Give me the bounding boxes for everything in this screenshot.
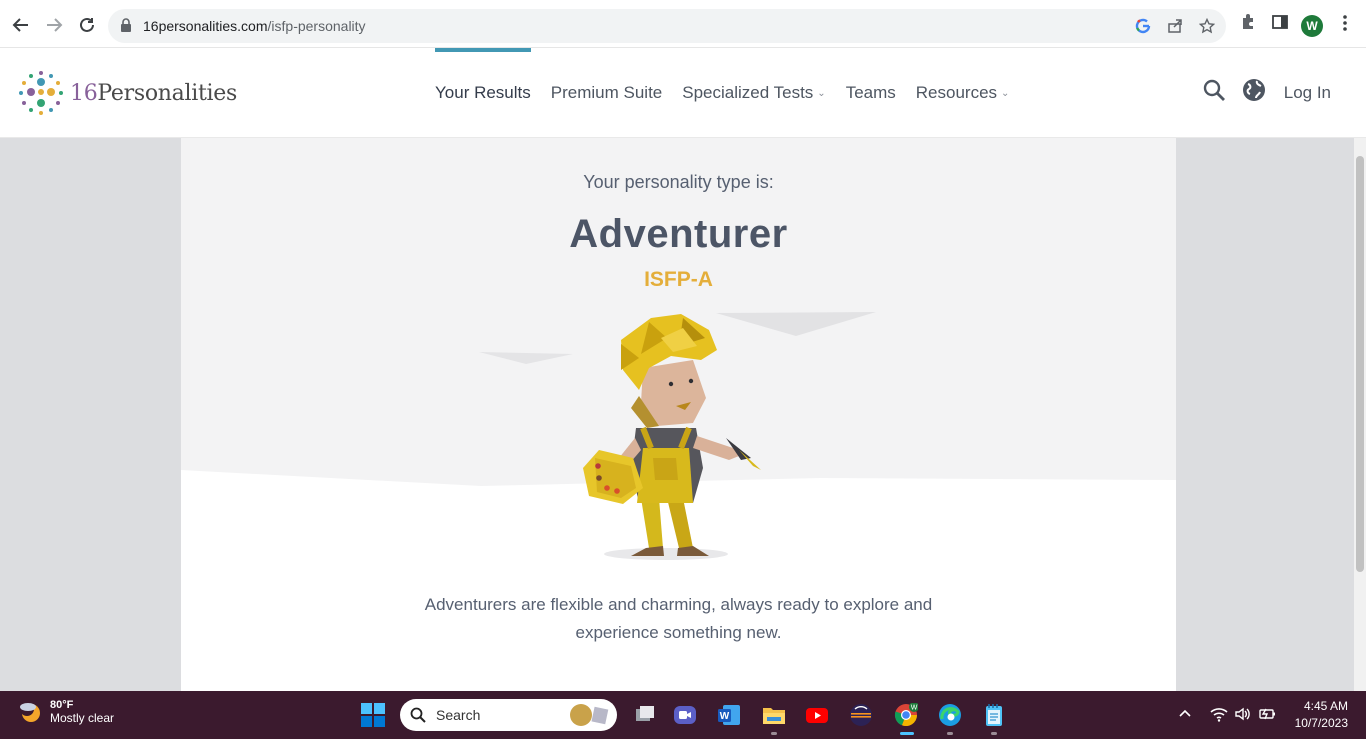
notepad-icon[interactable] <box>982 703 1006 727</box>
volume-icon[interactable] <box>1234 706 1252 727</box>
nav-premium-suite[interactable]: Premium Suite <box>551 48 662 138</box>
file-explorer-icon[interactable] <box>762 703 786 727</box>
wifi-icon[interactable] <box>1210 706 1228 727</box>
globe-icon[interactable] <box>1242 78 1266 107</box>
task-view-icon[interactable] <box>633 703 657 727</box>
adventurer-illustration <box>583 314 761 560</box>
svg-text:W: W <box>911 705 918 712</box>
bookmark-star-icon[interactable] <box>1198 17 1217 36</box>
more-menu-icon[interactable] <box>1338 13 1352 38</box>
chevron-up-icon[interactable] <box>1178 707 1192 726</box>
extensions-icon[interactable] <box>1240 13 1256 36</box>
personality-type-name: Adventurer <box>569 212 788 256</box>
site-header: 16Personalities Your Results Premium Sui… <box>0 48 1366 138</box>
nav-resources[interactable]: Resources ⌄ <box>916 48 1010 138</box>
search-icon[interactable] <box>1202 78 1226 107</box>
windows-taskbar: 80°F Mostly clear Search W W 4:45 AM 10/… <box>0 691 1366 739</box>
page-scrollbar[interactable] <box>1354 138 1366 691</box>
nav-resources-label: Resources <box>915 83 998 102</box>
clock-time: 4:45 AM <box>1303 699 1348 713</box>
scrollbar-thumb[interactable] <box>1356 156 1364 572</box>
login-link[interactable]: Log In <box>1284 83 1331 103</box>
system-tray <box>1178 706 1276 727</box>
svg-text:W: W <box>720 711 730 722</box>
url-path: /isfp-personality <box>267 18 366 34</box>
moon-cloud-icon <box>20 702 40 722</box>
side-panel-icon[interactable] <box>1272 13 1288 36</box>
logo-number: 16 <box>70 80 98 106</box>
clock-date: 10/7/2023 <box>1294 716 1348 730</box>
weather-widget[interactable]: 80°F Mostly clear <box>18 699 114 725</box>
result-intro: Your personality type is: <box>583 172 774 192</box>
battery-icon[interactable] <box>1258 706 1276 727</box>
logo-mark-icon <box>19 71 63 115</box>
profile-avatar[interactable]: W <box>1301 15 1323 37</box>
youtube-icon[interactable] <box>805 703 829 727</box>
running-indicator <box>771 732 777 735</box>
url-domain: 16personalities.com <box>143 18 268 34</box>
share-icon[interactable] <box>1167 18 1185 36</box>
windows-start-icon[interactable] <box>361 703 385 732</box>
nav-your-results-label: Your Results <box>435 83 531 102</box>
address-bar[interactable]: 16personalities.com/isfp-personality <box>108 9 1226 43</box>
weather-text: 80°F Mostly clear <box>50 699 114 725</box>
search-label: Search <box>436 707 481 723</box>
chevron-down-icon: ⌄ <box>817 87 826 99</box>
search-highlight-icon <box>570 704 609 726</box>
search-icon <box>410 707 426 723</box>
taskbar-search[interactable]: Search <box>400 699 617 731</box>
logo-word: Personalities <box>97 80 237 106</box>
nav-teams-label: Teams <box>845 83 896 102</box>
nav-premium-suite-label: Premium Suite <box>550 83 663 102</box>
main-nav: Your Results Premium Suite Specialized T… <box>435 48 1029 138</box>
personality-description: Adventurers are flexible and charming, a… <box>424 595 933 642</box>
forward-icon[interactable] <box>43 14 65 36</box>
site-logo[interactable]: 16Personalities <box>18 70 237 116</box>
nav-specialized-tests-label: Specialized Tests <box>682 83 814 102</box>
google-lens-icon[interactable] <box>1135 18 1153 36</box>
chrome-icon[interactable]: W <box>894 702 919 727</box>
personality-type-code: ISFP-A <box>644 268 713 291</box>
active-app-indicator <box>900 732 914 735</box>
nav-teams[interactable]: Teams <box>846 48 896 138</box>
word-icon[interactable]: W <box>717 703 741 727</box>
weather-desc: Mostly clear <box>50 711 115 725</box>
url-text: 16personalities.com/isfp-personality <box>143 18 366 34</box>
browser-toolbar: 16personalities.com/isfp-personality W <box>0 0 1366 48</box>
system-clock[interactable]: 4:45 AM 10/7/2023 <box>1295 698 1348 732</box>
lock-icon[interactable] <box>120 18 132 38</box>
chevron-down-icon: ⌄ <box>1001 87 1010 99</box>
reload-icon[interactable] <box>76 14 98 36</box>
weather-temp: 80°F <box>50 699 74 711</box>
running-indicator <box>947 732 953 735</box>
nav-specialized-tests[interactable]: Specialized Tests ⌄ <box>682 48 825 138</box>
running-indicator <box>991 732 997 735</box>
header-actions: Log In <box>1202 78 1331 107</box>
eclipse-icon[interactable] <box>849 703 873 727</box>
result-card: Your personality type is: Adventurer ISF… <box>181 138 1176 691</box>
edge-icon[interactable] <box>938 703 962 727</box>
nav-your-results[interactable]: Your Results <box>435 48 531 138</box>
teams-chat-icon[interactable] <box>673 703 697 727</box>
back-icon[interactable] <box>10 14 32 36</box>
logo-text: 16Personalities <box>70 81 237 106</box>
